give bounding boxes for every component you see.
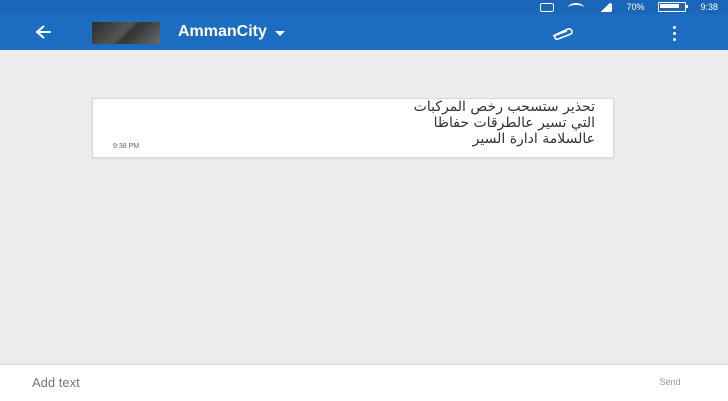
signal-icon <box>598 2 613 12</box>
overflow-menu-icon <box>672 25 676 29</box>
status-bar: 70% 9:38 <box>0 0 728 14</box>
overflow-menu-dot <box>672 37 676 41</box>
caret-down-icon <box>274 30 285 36</box>
battery-icon <box>658 2 689 12</box>
message-composer: Send <box>0 364 728 401</box>
notification-icon <box>540 2 555 12</box>
clock: 9:38 <box>700 2 718 12</box>
status-icons: 70% 9:38 <box>540 0 718 14</box>
attach-button[interactable] <box>546 22 580 44</box>
contact-avatar[interactable] <box>92 22 160 44</box>
overflow-menu-button[interactable] <box>664 22 684 44</box>
back-button[interactable] <box>28 20 58 44</box>
paperclip-icon <box>552 28 573 40</box>
wifi-icon <box>568 2 585 12</box>
back-arrow-icon <box>35 25 51 39</box>
overflow-menu-dot <box>672 31 676 35</box>
message-input[interactable] <box>8 367 656 397</box>
message-bubble[interactable]: تحذير ستسحب رخص المركبات التي تسير عالطر… <box>92 98 614 158</box>
send-button[interactable]: Send <box>640 374 700 390</box>
conversation-toolbar: AmmanCity <box>0 14 728 50</box>
contact-name: AmmanCity <box>178 23 267 40</box>
message-timestamp: 9:38 PM <box>113 143 140 150</box>
battery-percent: 70% <box>626 2 645 12</box>
contact-selector[interactable]: AmmanCity <box>178 22 285 42</box>
message-text: تحذير ستسحب رخص المركبات التي تسير عالطر… <box>413 99 595 147</box>
